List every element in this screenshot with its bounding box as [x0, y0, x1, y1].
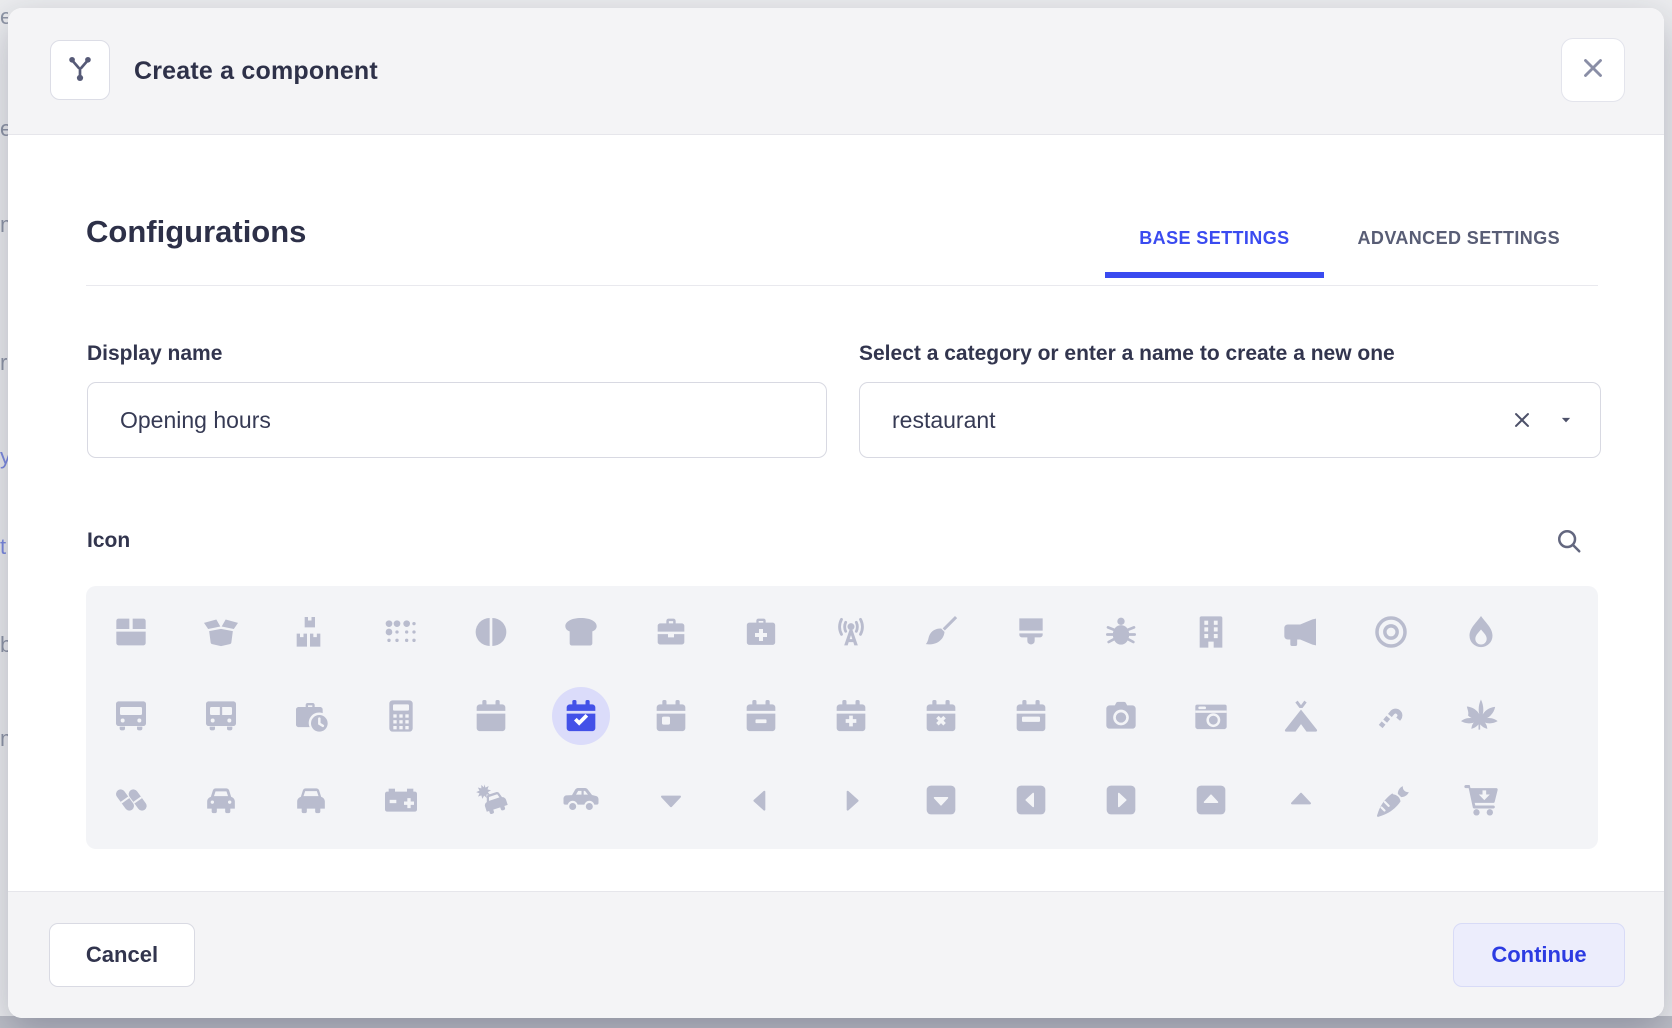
backdrop-text-fragment: b — [0, 632, 8, 658]
component-icon-box — [50, 40, 110, 100]
icon-caret-square-up-icon[interactable] — [1166, 758, 1256, 842]
icon-boxes-icon[interactable] — [266, 590, 356, 674]
close-icon — [1578, 53, 1608, 88]
continue-button[interactable]: Continue — [1453, 923, 1625, 987]
icon-bug-icon[interactable] — [1076, 590, 1166, 674]
icon-bus-icon[interactable] — [86, 674, 176, 758]
tab-base-settings[interactable]: BASE SETTINGS — [1105, 228, 1323, 278]
icon-burn-icon[interactable] — [1436, 590, 1526, 674]
icon-bread-slice-icon[interactable] — [536, 590, 626, 674]
icon-bus-alt-icon[interactable] — [176, 674, 266, 758]
backdrop-text-fragment: m — [0, 212, 8, 238]
icon-cart-arrow-down-icon[interactable] — [1436, 758, 1526, 842]
tab-advanced-settings[interactable]: ADVANCED SETTINGS — [1324, 228, 1594, 278]
icon-calendar-day-icon[interactable] — [626, 674, 716, 758]
icon-box-icon[interactable] — [86, 590, 176, 674]
icon-calendar-week-icon[interactable] — [986, 674, 1076, 758]
page-title: Configurations — [86, 214, 306, 250]
close-button[interactable] — [1561, 38, 1625, 102]
icon-car-side-icon[interactable] — [536, 758, 626, 842]
icon-car-battery-icon[interactable] — [356, 758, 446, 842]
icon-bullhorn-icon[interactable] — [1256, 590, 1346, 674]
icon-calendar-check-icon[interactable] — [536, 674, 626, 758]
search-icon[interactable] — [1554, 526, 1584, 561]
icon-bullseye-icon[interactable] — [1346, 590, 1436, 674]
dialog-title: Create a component — [134, 8, 378, 134]
icon-capsules-icon[interactable] — [86, 758, 176, 842]
icon-briefcase-icon[interactable] — [626, 590, 716, 674]
category-input[interactable] — [859, 382, 1601, 458]
icon-caret-right-icon[interactable] — [806, 758, 896, 842]
icon-grid — [86, 590, 1598, 842]
backdrop-text-fragment: e — [0, 4, 8, 30]
icon-cannabis-icon[interactable] — [1436, 674, 1526, 758]
icon-picker-label: Icon — [87, 529, 130, 553]
icon-candy-cane-icon[interactable] — [1346, 674, 1436, 758]
display-name-input[interactable] — [87, 382, 827, 458]
icon-carrot-icon[interactable] — [1346, 758, 1436, 842]
backdrop-text-fragment: t — [0, 534, 8, 560]
icon-campground-icon[interactable] — [1256, 674, 1346, 758]
backdrop-text-fragment: y — [0, 444, 8, 470]
icon-caret-square-left-icon[interactable] — [986, 758, 1076, 842]
category-label: Select a category or enter a name to cre… — [859, 342, 1395, 366]
icon-business-time-icon[interactable] — [266, 674, 356, 758]
icon-broadcast-tower-icon[interactable] — [806, 590, 896, 674]
icon-brain-icon[interactable] — [446, 590, 536, 674]
create-component-dialog: Create a component Configurations BASE S… — [8, 8, 1664, 1018]
icon-caret-down-icon[interactable] — [626, 758, 716, 842]
icon-building-icon[interactable] — [1166, 590, 1256, 674]
cancel-button[interactable]: Cancel — [49, 923, 195, 987]
backdrop-text-fragment: m — [0, 726, 8, 752]
icon-briefcase-medical-icon[interactable] — [716, 590, 806, 674]
icon-car-crash-icon[interactable] — [446, 758, 536, 842]
backdrop-text-fragment: r — [0, 350, 8, 376]
icon-camera-retro-icon[interactable] — [1166, 674, 1256, 758]
display-name-label: Display name — [87, 342, 222, 366]
component-split-icon — [63, 51, 97, 90]
clear-icon[interactable] — [1509, 407, 1535, 433]
category-input-controls — [1509, 382, 1575, 458]
tabs-divider — [86, 285, 1598, 286]
icon-caret-square-right-icon[interactable] — [1076, 758, 1166, 842]
icon-caret-up-icon[interactable] — [1256, 758, 1346, 842]
icon-calendar-icon[interactable] — [446, 674, 536, 758]
icon-calendar-times-icon[interactable] — [896, 674, 986, 758]
icon-camera-icon[interactable] — [1076, 674, 1166, 758]
icon-caret-square-down-icon[interactable] — [896, 758, 986, 842]
icon-calendar-plus-icon[interactable] — [806, 674, 896, 758]
dialog-header: Create a component — [8, 8, 1664, 135]
selected-icon-highlight — [552, 687, 610, 745]
icon-calculator-icon[interactable] — [356, 674, 446, 758]
icon-caret-left-icon[interactable] — [716, 758, 806, 842]
backdrop-text-fragment: e — [0, 116, 8, 142]
icon-calendar-minus-icon[interactable] — [716, 674, 806, 758]
icon-car-alt-icon[interactable] — [266, 758, 356, 842]
settings-tabs: BASE SETTINGS ADVANCED SETTINGS — [1105, 228, 1594, 278]
icon-braille-icon[interactable] — [356, 590, 446, 674]
icon-broom-icon[interactable] — [896, 590, 986, 674]
icon-car-icon[interactable] — [176, 758, 266, 842]
dialog-footer: Cancel Continue — [8, 891, 1664, 1018]
dropdown-caret-icon[interactable] — [1557, 411, 1575, 429]
icon-brush-icon[interactable] — [986, 590, 1076, 674]
icon-picker-panel — [86, 586, 1598, 849]
icon-box-open-icon[interactable] — [176, 590, 266, 674]
